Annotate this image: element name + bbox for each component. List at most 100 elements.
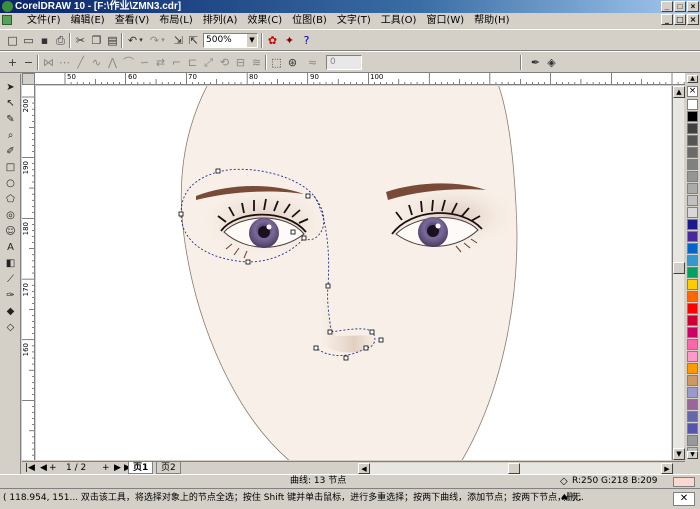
basic-shapes-tool-icon[interactable]: ☺ [3, 224, 18, 239]
minimize-button[interactable]: _ [661, 1, 673, 12]
color-swatch[interactable] [687, 315, 698, 326]
zoom-tool-icon[interactable]: ⌕ [3, 128, 18, 143]
color-swatch[interactable] [687, 171, 698, 182]
color-swatch[interactable] [687, 99, 698, 110]
paste-icon[interactable]: ▤ [105, 33, 120, 48]
first-page-icon[interactable]: |◀ [25, 462, 35, 474]
color-swatch[interactable] [687, 399, 698, 410]
eyedropper-icon[interactable]: ✒ [528, 55, 543, 70]
eyedropper-tool-icon[interactable]: ⟋ [3, 272, 18, 287]
color-swatch[interactable] [687, 255, 698, 266]
scroll-down-icon[interactable]: ▼ [673, 448, 685, 460]
save-icon[interactable]: ▪ [37, 33, 52, 48]
whats-this-help-icon[interactable]: ? [299, 33, 314, 48]
palette-scroll-down-icon[interactable]: ▼ [687, 451, 698, 459]
new-document-icon[interactable]: □ [5, 33, 20, 48]
vertical-scroll-thumb[interactable] [673, 262, 685, 274]
reduce-nodes-icon[interactable]: ⊛ [285, 55, 300, 70]
color-swatch[interactable] [687, 291, 698, 302]
color-swatch[interactable] [687, 219, 698, 230]
menu-edit[interactable]: 编辑(E) [66, 14, 110, 27]
menu-tools[interactable]: 工具(O) [376, 14, 422, 27]
extract-subpath-icon[interactable]: ⊏ [185, 55, 200, 70]
break-curve-icon[interactable]: ⋯ [57, 55, 72, 70]
scroll-left-icon[interactable]: ◀ [358, 463, 370, 474]
convert-to-curve-icon[interactable]: ∿ [89, 55, 104, 70]
join-nodes-icon[interactable]: ⋈ [41, 55, 56, 70]
color-swatch[interactable] [687, 387, 698, 398]
horizontal-ruler[interactable]: 50 60 70 80 90 100 [35, 73, 685, 85]
application-launcher-icon[interactable]: ✦ [282, 33, 297, 48]
undo-dropdown-icon[interactable]: ▾ [137, 33, 145, 48]
cut-icon[interactable]: ✂ [73, 33, 88, 48]
color-swatch[interactable] [687, 435, 698, 446]
interactive-blend-tool-icon[interactable]: ◧ [3, 256, 18, 271]
color-swatch[interactable] [687, 111, 698, 122]
export-icon[interactable]: ⇱ [186, 33, 201, 48]
color-swatch[interactable] [687, 303, 698, 314]
color-swatch[interactable] [687, 279, 698, 290]
color-swatch[interactable] [687, 351, 698, 362]
scroll-right-icon[interactable]: ▶ [661, 463, 673, 474]
maximize-button[interactable]: □ [674, 1, 686, 12]
color-swatch[interactable] [687, 339, 698, 350]
color-swatch[interactable] [687, 159, 698, 170]
add-page-icon[interactable]: + [49, 462, 57, 474]
color-swatch[interactable] [687, 423, 698, 434]
color-swatch[interactable] [687, 135, 698, 146]
pick-tool-icon[interactable]: ➤ [3, 80, 18, 95]
horizontal-scroll-thumb[interactable] [508, 463, 520, 474]
add-node-icon[interactable]: + [5, 55, 20, 70]
palette-scroll-up-icon[interactable]: ▲ [687, 75, 698, 83]
rotate-nodes-icon[interactable]: ⟲ [217, 55, 232, 70]
zoom-level-combo[interactable]: 500% ▼ [203, 33, 258, 48]
color-swatch[interactable] [687, 327, 698, 338]
add-page-after-icon[interactable]: + [102, 462, 110, 474]
elastic-mode-icon[interactable]: ≋ [249, 55, 264, 70]
copy-icon[interactable]: ❐ [89, 33, 104, 48]
menu-arrange[interactable]: 排列(A) [198, 14, 243, 27]
coreldraw-app-icon[interactable] [2, 1, 13, 12]
color-swatch[interactable] [687, 147, 698, 158]
open-folder-icon[interactable]: ▭ [21, 33, 36, 48]
menu-view[interactable]: 查看(V) [110, 14, 155, 27]
rectangle-tool-icon[interactable]: □ [3, 160, 18, 175]
color-swatch[interactable] [687, 243, 698, 254]
color-swatch[interactable] [687, 363, 698, 374]
paintbucket-icon[interactable]: ◈ [544, 55, 559, 70]
menu-layout[interactable]: 布局(L) [154, 14, 197, 27]
convert-to-line-icon[interactable]: ╱ [73, 55, 88, 70]
menu-bitmaps[interactable]: 位图(B) [287, 14, 332, 27]
face-outline[interactable] [180, 86, 518, 460]
ellipse-tool-icon[interactable]: ○ [3, 176, 18, 191]
menu-text[interactable]: 文字(T) [332, 14, 376, 27]
delete-node-icon[interactable]: − [21, 55, 36, 70]
doc-restore-button[interactable]: □ [674, 14, 686, 25]
select-all-nodes-icon[interactable]: ⬚ [269, 55, 284, 70]
color-swatch[interactable] [687, 411, 698, 422]
menu-effects[interactable]: 效果(C) [242, 14, 287, 27]
next-page-icon[interactable]: ▶ [114, 462, 121, 474]
menu-file[interactable]: 文件(F) [22, 14, 66, 27]
doc-close-button[interactable]: × [687, 14, 699, 25]
knife-tool-icon[interactable]: ✎ [3, 112, 18, 127]
ruler-origin[interactable] [22, 73, 35, 85]
no-color-swatch[interactable]: × [687, 86, 698, 97]
cusp-node-icon[interactable]: ⋀ [105, 55, 120, 70]
menu-help[interactable]: 帮助(H) [469, 14, 514, 27]
curve-smoothness-icon[interactable]: ≈ [305, 55, 320, 70]
close-button[interactable]: × [687, 1, 699, 12]
import-icon[interactable]: ⇲ [171, 33, 186, 48]
document-icon[interactable] [2, 15, 12, 25]
symmetrical-node-icon[interactable]: ∽ [137, 55, 152, 70]
tab-page-1[interactable]: 页1 [128, 462, 154, 474]
corel-online-icon[interactable]: ✿ [265, 33, 280, 48]
interactive-fill-tool-icon[interactable]: ◇ [3, 320, 18, 335]
redo-dropdown-icon[interactable]: ▾ [159, 33, 167, 48]
drawing-canvas[interactable] [36, 86, 671, 460]
color-swatch[interactable] [687, 207, 698, 218]
smooth-node-icon[interactable]: ⌒ [121, 55, 136, 70]
color-swatch[interactable] [687, 375, 698, 386]
scroll-up-icon[interactable]: ▲ [673, 86, 685, 98]
reverse-direction-icon[interactable]: ⇄ [153, 55, 168, 70]
